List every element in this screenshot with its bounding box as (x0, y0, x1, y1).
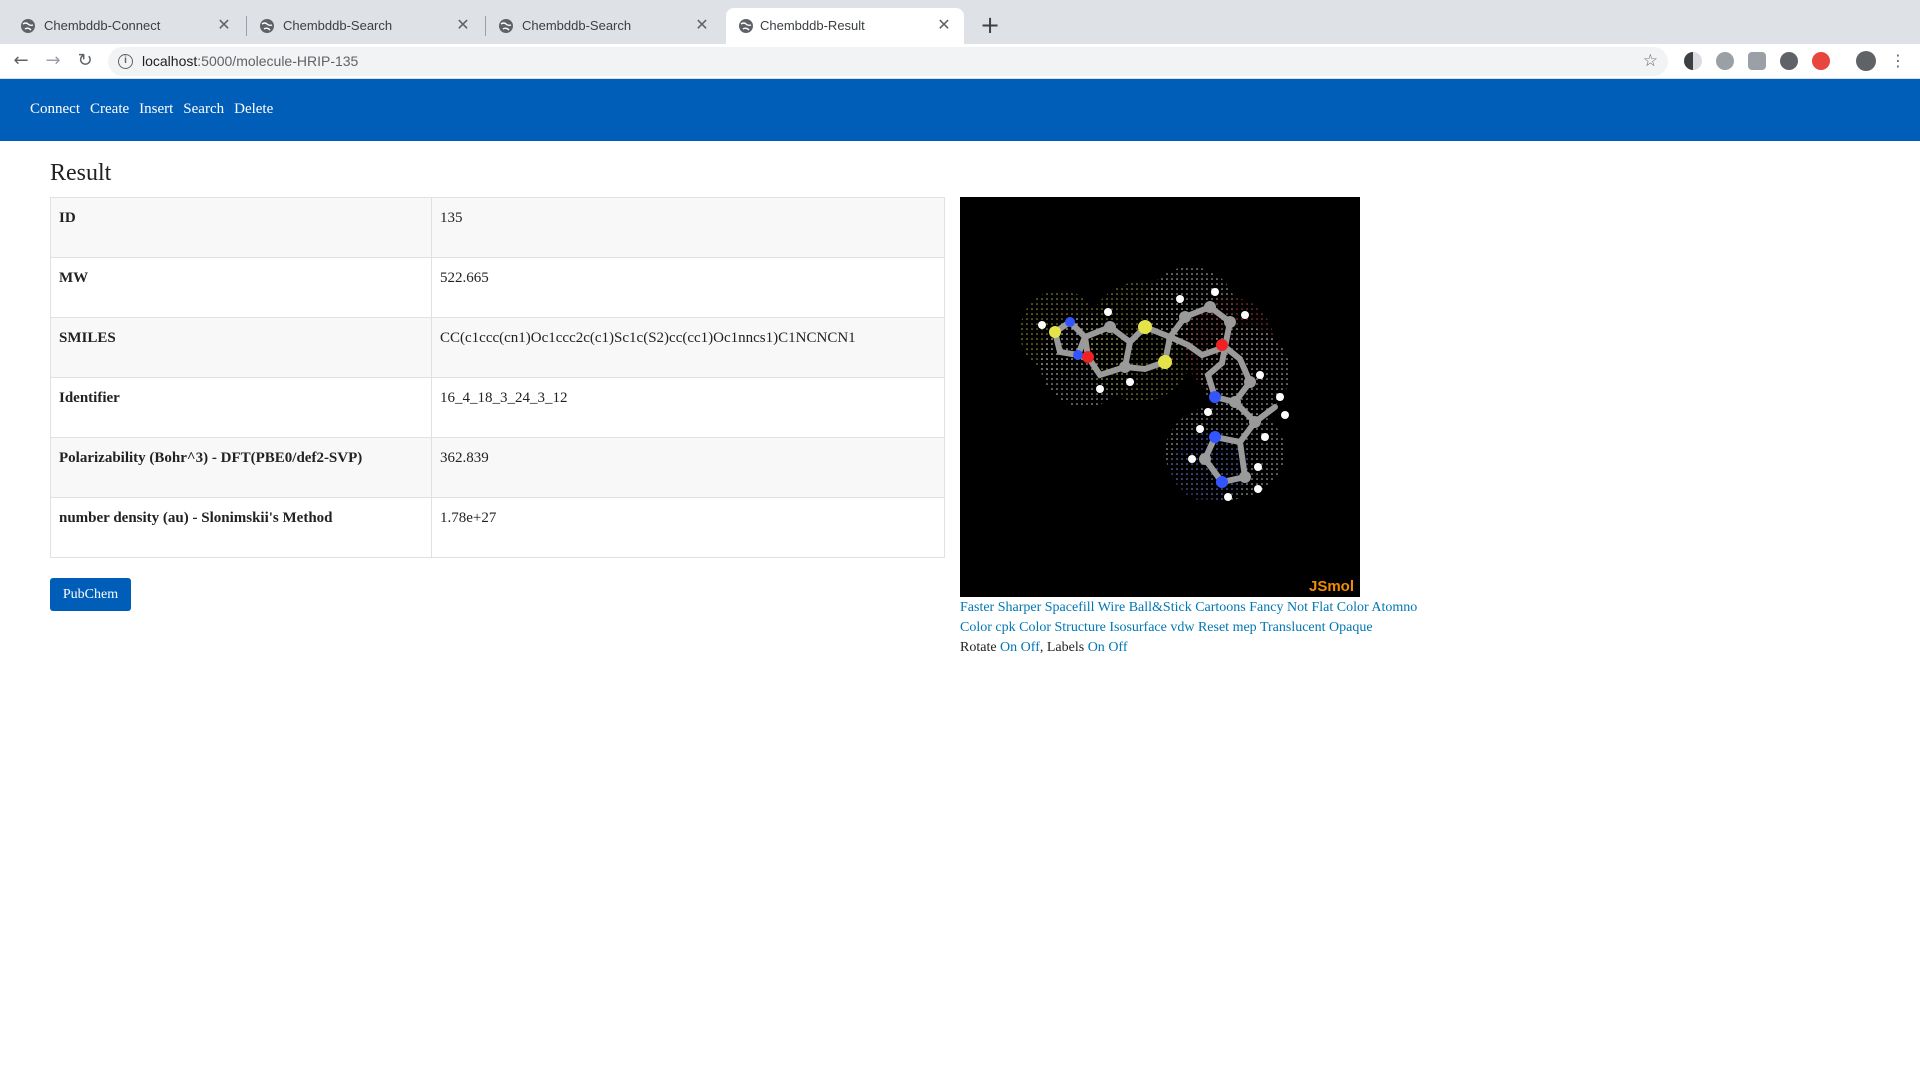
ctrl-sharper[interactable]: Sharper (998, 600, 1042, 615)
browser-tab-connect[interactable]: Chembddb-Connect ✕ (0, 8, 244, 44)
table-row: SMILES CC(c1ccc(cn1)Oc1ccc2c(c1)Sc1c(S2)… (50, 317, 945, 378)
ctrl-color-cpk[interactable]: Color cpk (960, 620, 1016, 635)
tab-title: Chembddb-Result (760, 18, 865, 33)
forward-icon[interactable]: → (41, 49, 65, 73)
rotate-on-link[interactable]: On (1000, 640, 1017, 655)
table-row: Identifier 16_4_18_3_24_3_12 (50, 377, 945, 438)
tab-title: Chembddb-Connect (44, 18, 161, 33)
result-table: ID 135 MW 522.665 SMILES CC(c1ccc(cn1)Oc… (50, 197, 945, 558)
property-value: CC(c1ccc(cn1)Oc1ccc2c(c1)Sc1c(S2)cc(cc1)… (431, 317, 945, 378)
table-row: Polarizability (Bohr^3) - DFT(PBE0/def2-… (50, 437, 945, 498)
globe-icon (260, 19, 274, 33)
new-tab-button[interactable]: + (976, 12, 1004, 40)
nav-link-insert[interactable]: Insert (139, 101, 173, 118)
property-value: 1.78e+27 (431, 497, 945, 558)
close-icon[interactable]: ✕ (214, 16, 234, 36)
labels-on-link[interactable]: On (1088, 640, 1105, 655)
url-host: localhost (142, 53, 198, 69)
labels-label: Labels (1046, 640, 1085, 655)
property-name: ID (50, 197, 432, 258)
close-icon[interactable]: ✕ (453, 16, 473, 36)
ctrl-mep[interactable]: mep (1233, 620, 1257, 635)
cloud-extension-icon[interactable] (1748, 52, 1766, 70)
globe-icon (499, 19, 513, 33)
ctrl-translucent[interactable]: Translucent (1260, 620, 1326, 635)
table-row: MW 522.665 (50, 257, 945, 318)
close-icon[interactable]: ✕ (934, 16, 954, 36)
table-row: ID 135 (50, 197, 945, 258)
address-bar[interactable]: i localhost:5000/molecule-HRIP-135 ☆ (108, 47, 1668, 76)
app-navbar: Connect Create Insert Search Delete (0, 79, 1920, 141)
ctrl-faster[interactable]: Faster (960, 600, 994, 615)
close-icon[interactable]: ✕ (692, 16, 712, 36)
controls-row-3: Rotate On Off, Labels On Off (960, 638, 1430, 658)
property-name: SMILES (50, 317, 432, 378)
property-name: number density (au) - Slonimskii's Metho… (50, 497, 432, 558)
rotate-label: Rotate (960, 640, 997, 655)
property-value: 16_4_18_3_24_3_12 (431, 377, 945, 438)
nav-link-connect[interactable]: Connect (30, 101, 80, 118)
ctrl-color-atomno[interactable]: Color Atomno (1337, 600, 1418, 615)
extension-icon[interactable] (1780, 52, 1798, 70)
ctrl-not-flat[interactable]: Not Flat (1287, 600, 1333, 615)
globe-icon (21, 19, 35, 33)
page-title: Result (50, 160, 112, 186)
controls-row-2: Color cpk Color Structure Isosurface vdw… (960, 618, 1430, 638)
menu-kebab-icon[interactable]: ⋮ (1886, 49, 1910, 73)
url-text[interactable]: localhost:5000/molecule-HRIP-135 (142, 53, 358, 69)
tab-title: Chembddb-Search (522, 18, 632, 33)
url-path: :5000/molecule-HRIP-135 (197, 53, 359, 69)
ctrl-ballstick[interactable]: Ball&Stick (1129, 600, 1192, 615)
rotate-off-link[interactable]: Off (1021, 640, 1040, 655)
back-icon[interactable]: ← (9, 49, 33, 73)
browser-tab-result[interactable]: Chembddb-Result ✕ (726, 8, 964, 44)
browser-toolbar: ← → ↻ i localhost:5000/molecule-HRIP-135… (0, 44, 1920, 79)
ctrl-spacefill[interactable]: Spacefill (1045, 600, 1095, 615)
separator-comma: , (1039, 640, 1044, 655)
property-name: MW (50, 257, 432, 318)
ctrl-isosurface-vdw[interactable]: Isosurface vdw (1109, 620, 1194, 635)
jsmol-controls: Faster Sharper Spacefill Wire Ball&Stick… (960, 598, 1430, 658)
dark-reader-extension-icon[interactable] (1684, 52, 1702, 70)
browser-tabstrip: Chembddb-Connect ✕ Chembddb-Search ✕ Che… (0, 0, 1920, 44)
ctrl-color-structure[interactable]: Color Structure (1019, 620, 1106, 635)
jsmol-molecule-viewer[interactable]: JSmol (960, 197, 1360, 597)
controls-row-1: Faster Sharper Spacefill Wire Ball&Stick… (960, 598, 1430, 618)
nav-link-create[interactable]: Create (90, 101, 129, 118)
property-value: 362.839 (431, 437, 945, 498)
tab-title: Chembddb-Search (283, 18, 393, 33)
globe-icon (739, 19, 753, 33)
ctrl-fancy[interactable]: Fancy (1249, 600, 1283, 615)
property-name: Identifier (50, 377, 432, 438)
ctrl-reset[interactable]: Reset (1198, 620, 1229, 635)
app-nav-links: Connect Create Insert Search Delete (30, 101, 273, 118)
property-value: 522.665 (431, 257, 945, 318)
molecule-3d-render[interactable] (960, 197, 1360, 597)
property-name: Polarizability (Bohr^3) - DFT(PBE0/def2-… (50, 437, 432, 498)
ctrl-wire[interactable]: Wire (1098, 600, 1125, 615)
bookmark-star-icon[interactable]: ☆ (1643, 51, 1658, 71)
nav-link-delete[interactable]: Delete (234, 101, 273, 118)
property-value: 135 (431, 197, 945, 258)
jsmol-logo: JSmol (1308, 578, 1354, 595)
adblock-extension-icon[interactable] (1812, 52, 1830, 70)
nav-link-search[interactable]: Search (183, 101, 224, 118)
table-row: number density (au) - Slonimskii's Metho… (50, 497, 945, 558)
ctrl-opaque[interactable]: Opaque (1329, 620, 1373, 635)
ctrl-cartoons[interactable]: Cartoons (1195, 600, 1246, 615)
browser-tab-search-2[interactable]: Chembddb-Search ✕ (478, 8, 722, 44)
info-icon[interactable]: i (118, 54, 133, 69)
skype-extension-icon[interactable] (1716, 52, 1734, 70)
labels-off-link[interactable]: Off (1108, 640, 1127, 655)
reload-icon[interactable]: ↻ (73, 49, 97, 73)
browser-tab-search-1[interactable]: Chembddb-Search ✕ (239, 8, 483, 44)
pubchem-button[interactable]: PubChem (50, 578, 131, 611)
profile-avatar-icon[interactable] (1856, 51, 1876, 71)
